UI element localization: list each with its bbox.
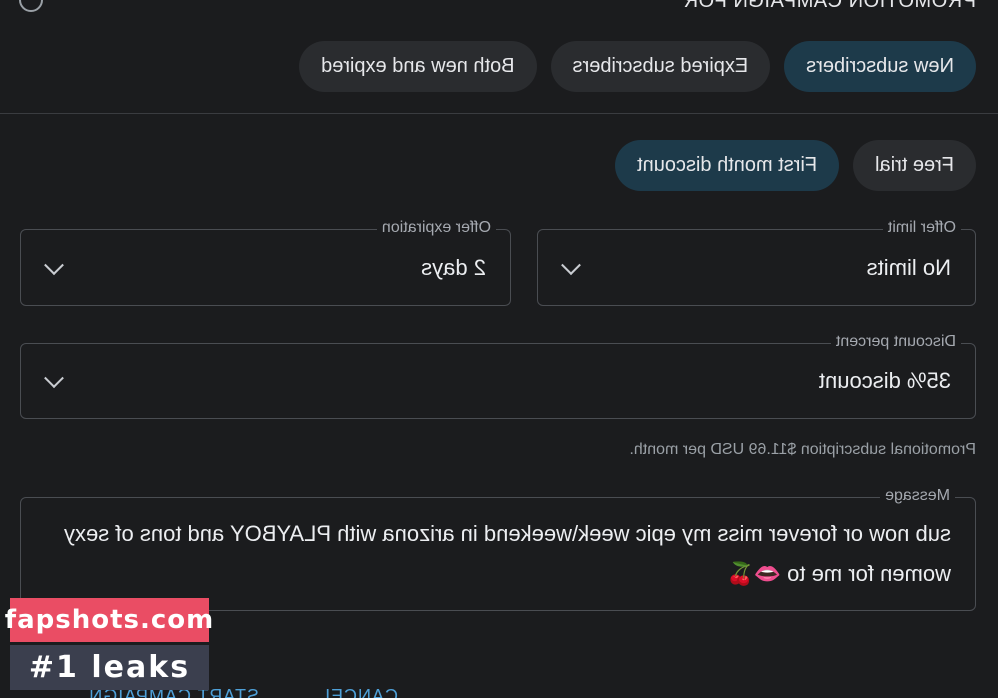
- divider: [0, 113, 998, 114]
- info-icon[interactable]: [19, 0, 43, 12]
- audience-chip-group: New subscribers Expired subscribers Both…: [299, 41, 976, 92]
- chip-expired-subscribers[interactable]: Expired subscribers: [550, 41, 771, 92]
- message-textarea[interactable]: Message sub now or forever miss my epic …: [20, 487, 976, 611]
- chip-new-subscribers[interactable]: New subscribers: [784, 41, 976, 92]
- chip-both-new-and-expired[interactable]: Both new and expired: [299, 41, 537, 92]
- offer-expiration-select[interactable]: Offer expiration 2 days: [20, 219, 511, 306]
- message-value: sub now or forever miss my epic week\wee…: [64, 521, 951, 586]
- discount-percent-select[interactable]: Discount percent 35% discount: [20, 333, 976, 419]
- promotion-campaign-panel: PROMOTION CAMPAIGN FOR New subscribers E…: [0, 0, 998, 698]
- action-bar: CANCEL START CAMPAIGN: [88, 686, 398, 698]
- offer-expiration-value: 2 days: [421, 254, 486, 280]
- offer-limit-value: No limits: [866, 254, 951, 280]
- cancel-button[interactable]: CANCEL: [319, 686, 398, 698]
- offer-limit-select[interactable]: Offer limit No limits: [537, 219, 976, 306]
- discount-percent-value: 35% discount: [818, 368, 951, 393]
- offer-type-chip-group: Free trial First month discount: [615, 140, 976, 191]
- chevron-down-icon: [561, 254, 581, 275]
- offer-expiration-label: Offer expiration: [376, 219, 496, 237]
- chip-free-trial[interactable]: Free trial: [853, 140, 976, 191]
- chevron-down-icon: [44, 254, 64, 275]
- message-label: Message: [880, 487, 955, 505]
- chip-first-month-discount[interactable]: First month discount: [615, 140, 840, 191]
- promo-price-helper-text: Promotional subscription $11.69 USD per …: [629, 441, 976, 458]
- section-title: PROMOTION CAMPAIGN FOR: [683, 0, 976, 12]
- start-campaign-button[interactable]: START CAMPAIGN: [88, 686, 259, 698]
- offer-limit-label: Offer limit: [882, 219, 961, 237]
- chevron-down-icon: [44, 368, 64, 389]
- discount-percent-label: Discount percent: [830, 333, 961, 351]
